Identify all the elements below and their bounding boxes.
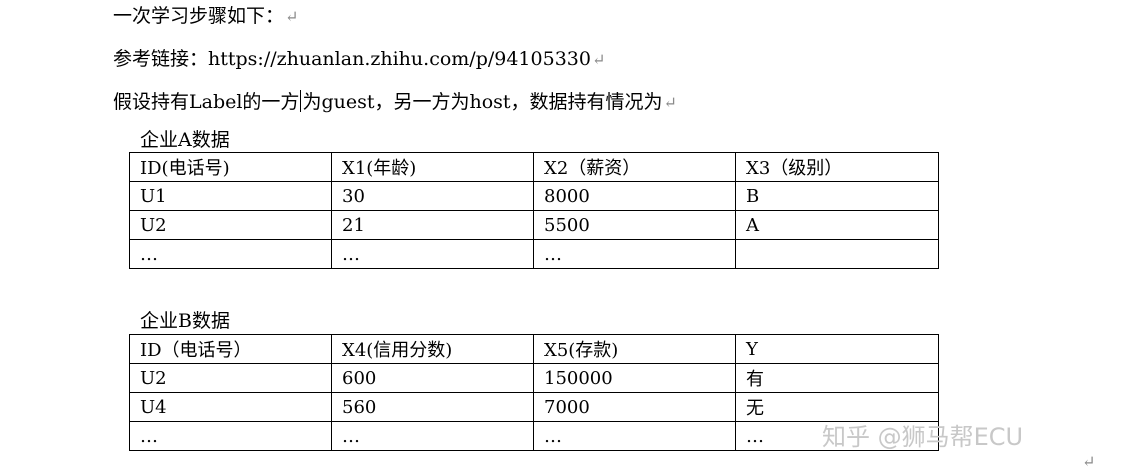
table-row: … … … [129, 239, 939, 269]
table-cell: 150000 [533, 363, 736, 393]
table-header-cell: X2（薪资） [533, 152, 736, 182]
table-header-cell: X3（级别） [735, 152, 939, 182]
zhihu-watermark: 知乎 @狮马帮ECU [822, 423, 1024, 451]
table-cell: … [331, 421, 534, 451]
table-a-caption: 企业A数据 [140, 129, 230, 151]
table-header-row: ID(电话号) X1(年龄) X2（薪资） X3（级别） [129, 152, 939, 182]
table-cell: 7000 [533, 392, 736, 422]
table-a: ID(电话号) X1(年龄) X2（薪资） X3（级别） U1 30 8000 … [129, 152, 939, 269]
paragraph-assumption: 假设持有Label的一方 为guest，另一方为host，数据持有情况为↵ [113, 90, 677, 115]
table-cell: 560 [331, 392, 534, 422]
table-row: U1 30 8000 B [129, 181, 939, 211]
paragraph-mark-icon: ↵ [663, 93, 677, 112]
table-cell: U4 [129, 392, 332, 422]
table-cell: U1 [129, 181, 332, 211]
table-cell: 30 [331, 181, 534, 211]
paragraph-steps-text: 一次学习步骤如下： [113, 5, 285, 27]
table-cell: 600 [331, 363, 534, 393]
paragraph-steps: 一次学习步骤如下：↵ [113, 4, 298, 29]
table-header-cell: ID(电话号) [129, 152, 332, 182]
table-row: U4 560 7000 无 [129, 392, 939, 422]
table-cell: … [129, 239, 332, 269]
table-header-cell: X4(信用分数) [331, 334, 534, 364]
table-cell: A [735, 210, 939, 240]
table-b: ID（电话号） X4(信用分数) X5(存款) Y U2 600 150000 … [129, 334, 939, 451]
table-cell: … [533, 421, 736, 451]
table-cell: 有 [735, 363, 939, 393]
table-cell: 21 [331, 210, 534, 240]
table-cell [735, 239, 939, 269]
reference-link-text[interactable]: 参考链接：https://zhuanlan.zhihu.com/p/941053… [113, 48, 591, 70]
table-row: … … … … [129, 421, 939, 451]
table-cell: 8000 [533, 181, 736, 211]
table-cell: … [533, 239, 736, 269]
table-cell: … [331, 239, 534, 269]
table-row: U2 600 150000 有 [129, 363, 939, 393]
table-cell: U2 [129, 210, 332, 240]
table-cell: U2 [129, 363, 332, 393]
assumption-text-part2: 为guest，另一方为host，数据持有情况为 [302, 91, 663, 113]
table-header-cell: X1(年龄) [331, 152, 534, 182]
table-cell: … [129, 421, 332, 451]
paragraph-mark-icon: ↵ [591, 50, 606, 69]
table-header-row: ID（电话号） X4(信用分数) X5(存款) Y [129, 334, 939, 364]
table-cell: B [735, 181, 939, 211]
assumption-text-part1: 假设持有Label的一方 [113, 91, 300, 113]
table-header-cell: X5(存款) [533, 334, 736, 364]
table-header-cell: ID（电话号） [129, 334, 332, 364]
table-b-caption: 企业B数据 [140, 310, 230, 332]
table-row: U2 21 5500 A [129, 210, 939, 240]
paragraph-mark-icon: ↵ [285, 7, 299, 26]
table-header-cell: Y [735, 334, 939, 364]
table-cell: 5500 [533, 210, 736, 240]
paragraph-mark-icon: ↵ [1082, 452, 1096, 471]
paragraph-reference-link: 参考链接：https://zhuanlan.zhihu.com/p/941053… [113, 47, 605, 72]
